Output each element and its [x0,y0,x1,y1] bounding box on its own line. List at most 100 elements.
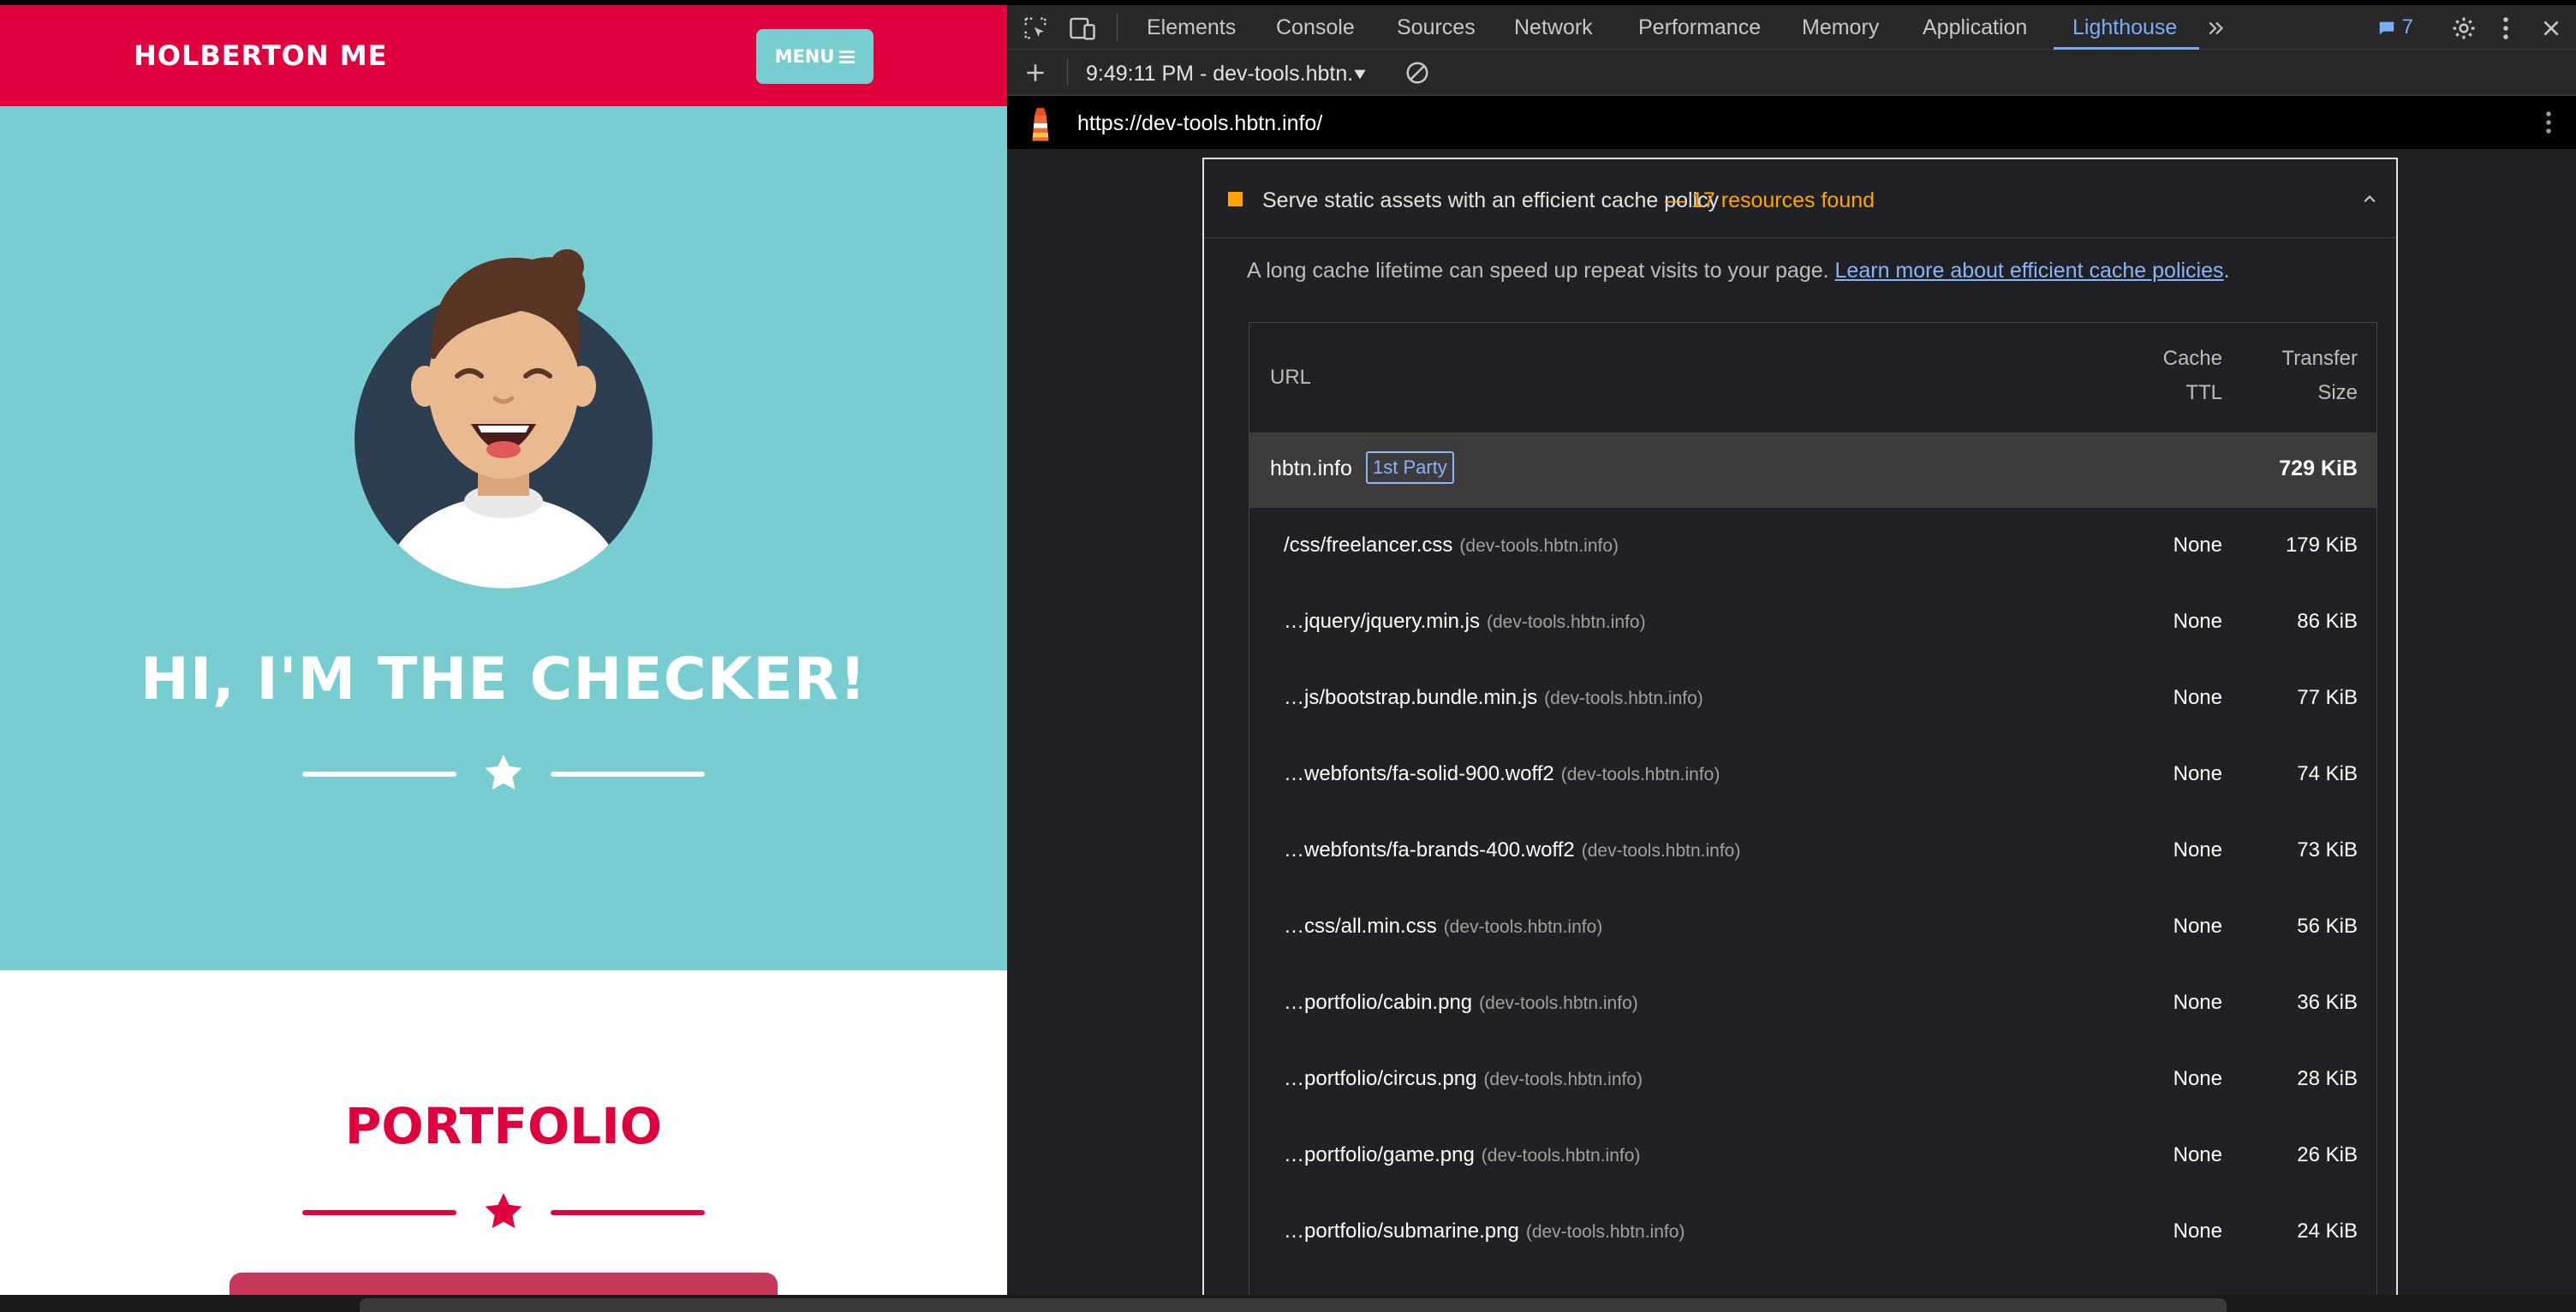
report-select[interactable]: 9:49:11 PM - dev-tools.hbtn. [1086,62,1367,86]
devtools-tab-bar: Elements Console Sources Network Perform… [1007,5,2576,50]
kebab-menu-icon[interactable] [2501,15,2511,41]
audit-header[interactable]: Serve static assets with an efficient ca… [1204,159,2396,238]
url-path: …portfolio/submarine.png [1284,1220,1519,1243]
cache-ttl: None [2173,762,2222,785]
star-icon [485,754,522,790]
url-path: …webfonts/fa-solid-900.woff2 [1284,762,1554,785]
hero-title: HI, I'M THE CHECKER! [140,646,868,713]
message-icon [2379,21,2394,34]
cache-ttl: None [2173,1067,2222,1090]
clear-all-icon[interactable] [1404,60,1430,86]
device-toolbar-icon[interactable] [1069,15,1096,41]
url-host: (dev-tools.hbtn.info) [1544,689,1703,708]
tab-elements[interactable]: Elements [1147,15,1236,40]
table-row[interactable]: …portfolio/game.png (dev-tools.hbtn.info)… [1249,1118,2376,1194]
audit-description: A long cache lifetime can speed up repea… [1247,259,2229,283]
resource-url[interactable]: …jquery/jquery.min.js (dev-tools.hbtn.inf… [1284,610,1646,634]
cache-ttl: None [2173,534,2222,557]
chevron-up-icon[interactable] [2360,190,2379,207]
portfolio-card[interactable] [230,1273,778,1295]
cache-ttl: None [2173,1220,2222,1243]
table-row[interactable]: …webfonts/fa-brands-400.woff2 (dev-tools.… [1249,813,2376,889]
portfolio-star-divider [302,1190,705,1233]
tab-sources[interactable]: Sources [1397,15,1476,40]
caret-down-icon [1354,70,1366,80]
warning-square-icon [1228,192,1243,206]
tab-application[interactable]: Application [1923,15,2027,40]
kebab-menu-icon[interactable] [2543,110,2554,135]
transfer-size: 179 KiB [2285,534,2358,557]
col-cache-ttl: Cache TTL [2163,342,2222,410]
table-row[interactable]: …portfolio/circus.png (dev-tools.hbtn.inf… [1249,1041,2376,1118]
url-host: (dev-tools.hbtn.info) [1525,1222,1685,1242]
table-row[interactable]: …jquery/jquery.min.js (dev-tools.hbtn.inf… [1249,584,2376,660]
audit-panel: Serve static assets with an efficient ca… [1202,158,2398,1295]
cache-ttl: None [2173,838,2222,862]
audit-count: 17 resources found [1691,188,1875,212]
lighthouse-logo-icon [1032,108,1049,141]
site-navbar: HOLBERTON ME MENU [0,5,1007,106]
resource-url[interactable]: …js/bootstrap.bundle.min.js (dev-tools.hb… [1284,686,1703,710]
website-viewport: HOLBERTON ME MENU HI, I'M THE CHECKER! P… [0,5,1007,1295]
url-path: …js/bootstrap.bundle.min.js [1284,686,1538,709]
audit-dash: — [1665,188,1686,212]
table-row[interactable]: /css/freelancer.css (dev-tools.hbtn.info)… [1249,508,2376,584]
more-tabs-icon[interactable] [2204,17,2228,39]
tab-performance[interactable]: Performance [1638,15,1761,40]
transfer-size: 56 KiB [2297,915,2358,938]
url-path: /css/freelancer.css [1284,534,1453,557]
menu-button[interactable]: MENU [756,29,874,84]
lighthouse-report: Serve static assets with an efficient ca… [1007,149,2576,1295]
col-url: URL [1270,366,1312,389]
resource-url[interactable]: …portfolio/game.png (dev-tools.hbtn.info) [1284,1143,1640,1167]
hero-star-divider [302,752,705,795]
report-url: https://dev-tools.hbtn.info/ [1077,111,1323,135]
cache-ttl: None [2173,610,2222,633]
plus-icon[interactable] [1024,62,1046,84]
table-row[interactable]: …portfolio/cabin.png (dev-tools.hbtn.info… [1249,965,2376,1041]
tab-console[interactable]: Console [1276,15,1355,40]
resource-url[interactable]: /css/freelancer.css (dev-tools.hbtn.info) [1284,534,1619,558]
table-row[interactable]: …js/bootstrap.bundle.min.js (dev-tools.hb… [1249,660,2376,737]
table-row[interactable]: …webfonts/fa-solid-900.woff2 (dev-tools.h… [1249,737,2376,813]
resource-url[interactable]: …webfonts/fa-brands-400.woff2 (dev-tools.… [1284,838,1740,862]
url-host: (dev-tools.hbtn.info) [1483,1070,1643,1089]
cache-ttl: None [2173,991,2222,1014]
lighthouse-toolbar: 9:49:11 PM - dev-tools.hbtn. [1007,50,2576,96]
star-icon [485,1193,522,1228]
first-party-badge: 1st Party [1366,451,1454,484]
resource-url[interactable]: …webfonts/fa-solid-900.woff2 (dev-tools.h… [1284,762,1720,786]
url-host: (dev-tools.hbtn.info) [1560,765,1720,784]
tab-network[interactable]: Network [1514,15,1593,40]
site-brand[interactable]: HOLBERTON ME [134,39,387,72]
cache-ttl: None [2173,686,2222,709]
resource-url[interactable]: …portfolio/submarine.png (dev-tools.hbtn.… [1284,1220,1685,1243]
transfer-size: 86 KiB [2297,610,2358,633]
portfolio-title: PORTFOLIO [344,1097,663,1155]
table-row[interactable]: …css/all.min.css (dev-tools.hbtn.info) No… [1249,889,2376,965]
tab-lighthouse[interactable]: Lighthouse [2072,15,2177,40]
group-size: 729 KiB [2279,456,2358,480]
menu-label: MENU [774,46,835,67]
table-row[interactable]: …portfolio/submarine.png (dev-tools.hbtn.… [1249,1194,2376,1270]
toolbar-separator [1067,58,1068,86]
resource-url[interactable]: …css/all.min.css (dev-tools.hbtn.info) [1284,915,1602,939]
description-period: . [2223,259,2230,283]
learn-more-link[interactable]: Learn more about efficient cache policie… [1835,259,2224,283]
group-row[interactable]: hbtn.info 1st Party 729 KiB [1249,432,2376,508]
url-path: …portfolio/cabin.png [1284,991,1473,1014]
resource-url[interactable]: …portfolio/circus.png (dev-tools.hbtn.inf… [1284,1067,1643,1091]
issues-count: 7 [2401,15,2414,39]
resource-url[interactable]: …portfolio/cabin.png (dev-tools.hbtn.info… [1284,991,1638,1015]
gear-icon[interactable] [2451,15,2477,41]
transfer-size: 28 KiB [2297,1067,2358,1090]
issues-counter[interactable]: 7 [2377,15,2413,39]
audit-title: Serve static assets with an efficient ca… [1262,188,1720,212]
transfer-size: 36 KiB [2297,991,2358,1014]
transfer-size: 74 KiB [2297,762,2358,785]
close-icon[interactable] [2540,17,2562,39]
url-path: …portfolio/game.png [1284,1143,1475,1166]
inspect-element-icon[interactable] [1023,15,1048,41]
tab-memory[interactable]: Memory [1802,15,1879,40]
col-cache-line2: TTL [2185,381,2222,404]
